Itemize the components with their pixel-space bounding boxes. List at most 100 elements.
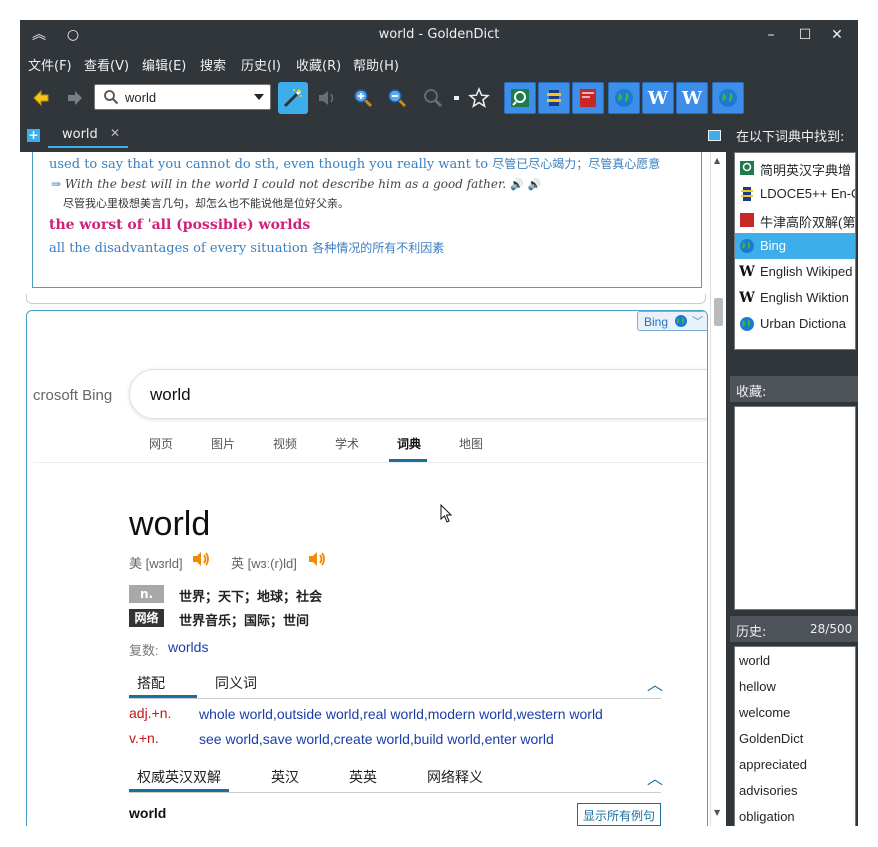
- minimize-icon[interactable]: –: [762, 26, 780, 44]
- dict-item-label: 牛津高阶双解(第: [760, 215, 856, 230]
- bing-colloc-verb[interactable]: see world,save world,create world,build …: [199, 731, 554, 747]
- dictbar-wiktionary-icon[interactable]: W: [676, 82, 708, 114]
- found-dictionaries-list[interactable]: 简明英汉字典增 LDOCE5++ En-C 牛津高阶双解(第 Bing W En…: [734, 152, 856, 350]
- add-favorite-star-icon[interactable]: [464, 82, 494, 114]
- article-view[interactable]: used to say that you cannot do sth, even…: [20, 152, 726, 826]
- history-item[interactable]: appreciated: [739, 757, 807, 772]
- history-item[interactable]: GoldenDict: [739, 731, 803, 746]
- example-bullet-icon: ⇒: [51, 177, 65, 191]
- dictbar-bing-globe-icon[interactable]: [608, 82, 640, 114]
- bing-tab-en-cn[interactable]: 英汉: [271, 767, 299, 787]
- dictbar-oxford-icon[interactable]: [572, 82, 604, 114]
- found-in-label: 在以下词典中找到:: [736, 130, 845, 145]
- title-bar: ︽ ○ world - GoldenDict – ☐ ✕: [20, 20, 858, 50]
- bing-pron-uk-speaker-icon[interactable]: [307, 549, 327, 573]
- zoom-in-icon[interactable]: [348, 82, 378, 114]
- bing-dict-badge[interactable]: Bing ﹀: [637, 311, 707, 331]
- menu-favorites[interactable]: 收藏(R): [296, 55, 341, 74]
- bing-nav-dictionary[interactable]: 词典: [397, 435, 421, 452]
- close-icon[interactable]: ✕: [828, 26, 846, 44]
- tab-label: world: [62, 127, 98, 142]
- history-item[interactable]: obligation: [739, 809, 795, 824]
- menu-search[interactable]: 搜索: [200, 55, 226, 74]
- example-speaker-uk-icon[interactable]: 🔊: [528, 178, 542, 191]
- bing-search-box[interactable]: world: [129, 369, 707, 419]
- def-chinese: 尽管已尽心竭力；尽管真心愿意: [492, 157, 661, 171]
- dict-item-oxford[interactable]: 牛津高阶双解(第: [735, 207, 856, 233]
- dict-item-wiktionary[interactable]: W English Wiktion: [735, 285, 855, 311]
- bing-nav-images[interactable]: 图片: [211, 435, 235, 452]
- dict-item-wikipedia[interactable]: W English Wikiped: [735, 259, 855, 285]
- dictbar-jianming-icon[interactable]: [504, 82, 536, 114]
- bing-nav-web[interactable]: 网页: [149, 435, 173, 452]
- bing-tab-web-def[interactable]: 网络释义: [427, 767, 483, 787]
- bing-article: Bing ﹀ crosoft Bing world 网页 图片 视频 学术 词典…: [26, 310, 708, 826]
- back-arrow-icon[interactable]: [26, 82, 56, 114]
- favorites-list[interactable]: [734, 406, 856, 610]
- bing-collapse-colloc-icon[interactable]: ︿: [647, 671, 663, 695]
- dict-item-jianming[interactable]: 简明英汉字典增: [735, 155, 855, 181]
- bing-pron-us-speaker-icon[interactable]: [191, 549, 211, 573]
- article-divider: [26, 294, 706, 304]
- bing-tab-synonyms[interactable]: 同义词: [215, 673, 257, 693]
- zoom-out-icon[interactable]: [382, 82, 412, 114]
- dict-item-label: 简明英汉字典增: [760, 163, 852, 178]
- article-scrollbar[interactable]: ▲ ▼: [710, 152, 726, 826]
- menu-edit[interactable]: 编辑(E): [142, 55, 186, 74]
- maximize-icon[interactable]: ☐: [796, 26, 814, 44]
- search-input[interactable]: [125, 88, 245, 106]
- bing-tab-en-en[interactable]: 英英: [349, 767, 377, 787]
- bing-badge-label: Bing: [644, 315, 669, 329]
- history-item[interactable]: hellow: [739, 679, 776, 694]
- tab-list-icon[interactable]: [708, 130, 721, 141]
- scroll-down-icon[interactable]: ▼: [714, 808, 720, 817]
- bing-nav-videos[interactable]: 视频: [273, 435, 297, 452]
- menu-file[interactable]: 文件(F): [28, 55, 72, 74]
- tab-world[interactable]: world ✕: [48, 122, 128, 148]
- history-item[interactable]: advisories: [739, 783, 798, 798]
- forward-arrow-icon[interactable]: [60, 82, 90, 114]
- example-speaker-us-icon[interactable]: 🔊: [510, 178, 524, 191]
- scan-popup-wand-icon[interactable]: [278, 82, 308, 114]
- dict-item-bing[interactable]: Bing: [735, 233, 855, 259]
- bing-nav-maps[interactable]: 地图: [459, 435, 483, 452]
- pronounce-speaker-icon[interactable]: [312, 82, 342, 114]
- bing-brand: crosoft Bing: [33, 387, 113, 404]
- bing-tab-collocation[interactable]: 搭配: [137, 673, 165, 693]
- idiom-def-chinese: 各种情况的所有不利因素: [312, 241, 445, 255]
- bing-tab-authoritative[interactable]: 权威英汉双解: [137, 767, 221, 787]
- bing-show-examples-button[interactable]: 显示所有例句: [577, 803, 661, 826]
- dictbar-wikipedia-icon[interactable]: W: [642, 82, 674, 114]
- bing-plural-link[interactable]: worlds: [168, 639, 208, 655]
- tab-close-icon[interactable]: ✕: [110, 126, 120, 140]
- bing-badge-globe-icon: [674, 314, 688, 331]
- toolbar-separator-icon: [448, 82, 464, 114]
- example-english: With the best will in the world I could …: [64, 177, 507, 191]
- bing-sense-web: 世界音乐；国际；世间: [179, 613, 310, 628]
- bing-pos-noun: n.: [129, 585, 164, 603]
- bing-colloc-adj[interactable]: whole world,outside world,real world,mod…: [199, 706, 603, 722]
- menu-help[interactable]: 帮助(H): [353, 55, 399, 74]
- globe-icon: [739, 316, 755, 332]
- scroll-up-icon[interactable]: ▲: [714, 156, 720, 165]
- search-combobox[interactable]: [94, 84, 271, 110]
- bing-search-query[interactable]: world: [150, 385, 191, 405]
- dropdown-arrow-icon[interactable]: [254, 94, 264, 100]
- bing-nav-academic[interactable]: 学术: [335, 435, 359, 452]
- bing-badge-collapse-icon[interactable]: ﹀: [692, 313, 703, 329]
- dictbar-ldoce-icon[interactable]: [538, 82, 570, 114]
- scrollbar-thumb[interactable]: [714, 298, 723, 326]
- zoom-reset-icon[interactable]: [418, 82, 448, 114]
- dict-item-urban[interactable]: Urban Dictiona: [735, 311, 855, 337]
- def-english: used to say that you cannot do sth, even…: [49, 157, 489, 172]
- dictbar-urban-globe-icon[interactable]: [712, 82, 744, 114]
- menu-view[interactable]: 查看(V): [84, 55, 129, 74]
- dict-item-label: English Wiktion: [760, 290, 849, 305]
- history-list[interactable]: world hellow welcome GoldenDict apprecia…: [734, 646, 856, 826]
- dict-item-ldoce[interactable]: LDOCE5++ En-C: [735, 181, 855, 207]
- history-item[interactable]: world: [739, 653, 770, 668]
- bing-collapse-defs-icon[interactable]: ︿: [647, 765, 663, 789]
- menu-history[interactable]: 历史(I): [241, 55, 281, 74]
- new-tab-icon[interactable]: +: [27, 129, 40, 142]
- history-item[interactable]: welcome: [739, 705, 790, 720]
